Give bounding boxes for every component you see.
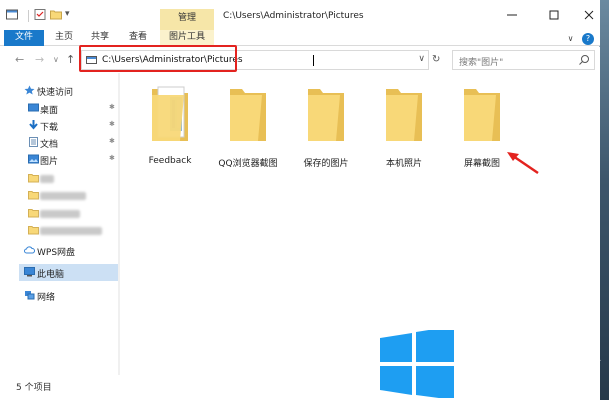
- sidebar-item-label: 快速访问: [37, 88, 74, 98]
- sidebar-item-label: 桌面: [40, 106, 59, 116]
- network-icon: [25, 291, 35, 300]
- sidebar-item-this-pc[interactable]: 此电脑: [19, 264, 118, 281]
- back-icon[interactable]: ←: [15, 53, 24, 66]
- ribbon-controls: ∨ ?: [568, 33, 594, 45]
- recent-locations-icon[interactable]: ∨: [53, 55, 59, 64]
- sidebar-item-downloads[interactable]: 下载 ✱: [0, 117, 118, 134]
- sidebar-item-label: 此电脑: [37, 270, 65, 280]
- sidebar-item-documents[interactable]: 文档 ✱: [0, 134, 118, 151]
- folder-icon: [308, 89, 344, 141]
- properties-icon[interactable]: [34, 9, 46, 20]
- folder-item[interactable]: Feedback: [135, 83, 205, 173]
- tab-file[interactable]: 文件: [4, 30, 44, 46]
- folder-label: Feedback: [148, 156, 192, 166]
- star-icon: [24, 85, 35, 95]
- tab-manage[interactable]: 管理: [160, 9, 214, 30]
- new-folder-icon[interactable]: [50, 9, 62, 20]
- expand-ribbon-icon[interactable]: ∨: [568, 34, 574, 43]
- maximize-icon[interactable]: [545, 6, 563, 24]
- address-dropdown-icon[interactable]: ∨: [418, 54, 425, 64]
- folder-icon: [386, 89, 422, 141]
- folder-icon: [464, 89, 500, 141]
- blurred-label: [40, 175, 54, 183]
- title-bar: ▾ 管理 C:\Users\Administrator\Pictures: [0, 0, 600, 30]
- desktop-icon: [28, 103, 39, 112]
- sidebar-item-quick-access[interactable]: 快速访问: [0, 82, 118, 99]
- tab-share[interactable]: 共享: [88, 30, 112, 46]
- folder-icon: [28, 226, 39, 235]
- navigation-pane: 快速访问 桌面 ✱ 下载 ✱ 文档 ✱ 图片 ✱ WPS网盘 此电脑 网络: [0, 78, 120, 375]
- sidebar-item-blurred[interactable]: [0, 222, 118, 239]
- folder-item[interactable]: 保存的图片: [291, 83, 361, 173]
- customize-quick-access-icon[interactable]: ▾: [65, 9, 70, 19]
- pin-icon[interactable]: ✱: [109, 154, 115, 162]
- sidebar-item-blurred[interactable]: [0, 187, 118, 204]
- text-caret: [313, 55, 314, 66]
- folder-icon: [28, 191, 39, 200]
- minimize-icon[interactable]: [503, 6, 521, 24]
- picture-icon: [28, 154, 39, 164]
- sidebar-item-blurred[interactable]: [0, 205, 118, 222]
- document-icon: [29, 137, 38, 147]
- download-icon: [29, 120, 38, 130]
- ribbon-tabs: 文件 主页 共享 查看 图片工具 ∨ ?: [0, 30, 600, 46]
- sidebar-item-label: WPS网盘: [37, 248, 76, 258]
- watermark: Win10 之家 www.win10xitong.com: [378, 330, 609, 400]
- up-icon[interactable]: ↑: [66, 53, 75, 66]
- sidebar-item-blurred[interactable]: [0, 170, 118, 187]
- folder-item[interactable]: 本机照片: [369, 83, 439, 173]
- address-highlight-box: [79, 45, 237, 72]
- sidebar-scrollbar[interactable]: [118, 73, 120, 375]
- pin-icon[interactable]: ✱: [109, 120, 115, 128]
- annotation-arrow: [507, 152, 539, 175]
- folder-item[interactable]: QQ浏览器截图: [213, 83, 283, 173]
- sidebar-item-network[interactable]: 网络: [0, 287, 118, 304]
- item-count: 5 个项目: [16, 383, 52, 393]
- window-icon: [6, 9, 18, 20]
- tab-view[interactable]: 查看: [126, 30, 150, 46]
- computer-icon: [24, 267, 35, 277]
- search-placeholder: 搜索"图片": [459, 58, 504, 68]
- pin-icon[interactable]: ✱: [109, 137, 115, 145]
- sidebar-item-desktop[interactable]: 桌面 ✱: [0, 100, 118, 117]
- folder-icon: [28, 174, 39, 183]
- forward-icon[interactable]: →: [35, 53, 44, 66]
- sidebar-item-label: 下载: [40, 123, 59, 133]
- folder-label: 保存的图片: [303, 159, 349, 169]
- sidebar-item-wps[interactable]: WPS网盘: [0, 242, 118, 259]
- blurred-label: [40, 210, 80, 218]
- quick-access-separator: [28, 10, 29, 22]
- sidebar-item-pictures[interactable]: 图片 ✱: [0, 151, 118, 168]
- refresh-icon[interactable]: ↻: [432, 54, 440, 65]
- tab-home[interactable]: 主页: [52, 30, 76, 46]
- search-icon[interactable]: [578, 54, 590, 66]
- tab-picture-tools[interactable]: 图片工具: [160, 30, 214, 46]
- watermark-url: www.win10xitong.com: [461, 364, 570, 376]
- blurred-label: [40, 192, 86, 200]
- folder-label: QQ浏览器截图: [218, 159, 278, 169]
- folder-icon: [152, 86, 188, 141]
- folder-label: 本机照片: [385, 159, 422, 169]
- search-input[interactable]: 搜索"图片": [452, 50, 595, 70]
- sidebar-item-label: 网络: [37, 293, 56, 303]
- windows-logo-icon: [380, 330, 454, 398]
- cloud-icon: [24, 246, 35, 254]
- folder-icon: [230, 89, 266, 141]
- folder-icon: [28, 209, 39, 218]
- sidebar-item-label: 图片: [40, 157, 59, 167]
- sidebar-item-label: 文档: [40, 140, 59, 150]
- pin-icon[interactable]: ✱: [109, 103, 115, 111]
- close-icon[interactable]: [580, 6, 598, 24]
- help-icon[interactable]: ?: [582, 33, 594, 45]
- blurred-label: [40, 227, 102, 235]
- window-title: C:\Users\Administrator\Pictures: [223, 11, 364, 21]
